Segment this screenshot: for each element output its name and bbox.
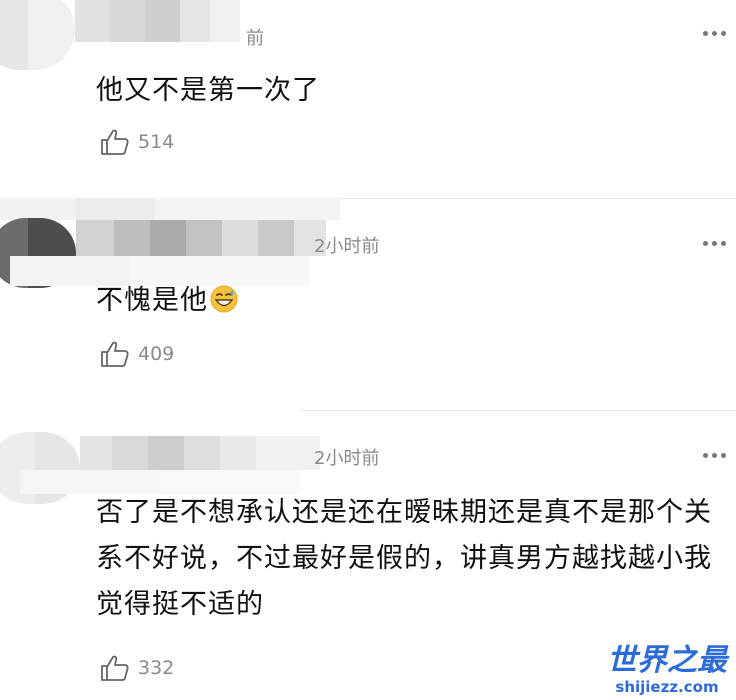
like-count: 332 xyxy=(138,657,175,679)
grinning-sweat-emoji-icon xyxy=(210,285,238,313)
username-blurred[interactable] xyxy=(76,220,326,256)
like-count: 409 xyxy=(138,343,175,365)
avatar[interactable] xyxy=(0,0,75,70)
comment-text: 他又不是第一次了 xyxy=(96,75,320,106)
more-options-icon[interactable] xyxy=(703,31,726,36)
comment-text: 否了是不想承认还是还在暧昧期还是真不是那个关系不好说，不过最好是假的，讲真男方越… xyxy=(96,497,712,620)
comment-text-body: 不愧是他 xyxy=(96,285,208,316)
username-blurred[interactable] xyxy=(0,198,340,220)
thumbs-up-icon xyxy=(101,341,129,367)
comment-item: 前 他又不是第一次了 514 xyxy=(0,0,736,198)
username-blurred[interactable] xyxy=(80,436,320,470)
comment-item: 2小时前 不愧是他 409 xyxy=(0,198,736,410)
more-options-icon[interactable] xyxy=(703,241,726,246)
like-button[interactable]: 514 xyxy=(100,128,174,156)
like-count: 514 xyxy=(138,131,175,153)
more-options-icon[interactable] xyxy=(703,453,726,458)
like-button[interactable]: 409 xyxy=(100,340,174,368)
watermark-title: 世界之最 xyxy=(607,643,727,678)
like-button[interactable]: 332 xyxy=(100,654,174,682)
thumbs-up-icon xyxy=(101,129,129,155)
comment-text: 不愧是他 xyxy=(96,278,726,324)
username-blurred[interactable] xyxy=(75,0,240,42)
site-watermark: 世界之最 shijiezz.com xyxy=(606,643,728,697)
comment-time: 2小时前 xyxy=(314,448,380,469)
divider xyxy=(300,410,736,411)
comment-time: 前 xyxy=(246,28,264,49)
divider xyxy=(300,198,736,199)
comment-time: 2小时前 xyxy=(314,236,380,257)
watermark-url: shijiezz.com xyxy=(615,678,719,696)
thumbs-up-icon xyxy=(101,655,129,681)
